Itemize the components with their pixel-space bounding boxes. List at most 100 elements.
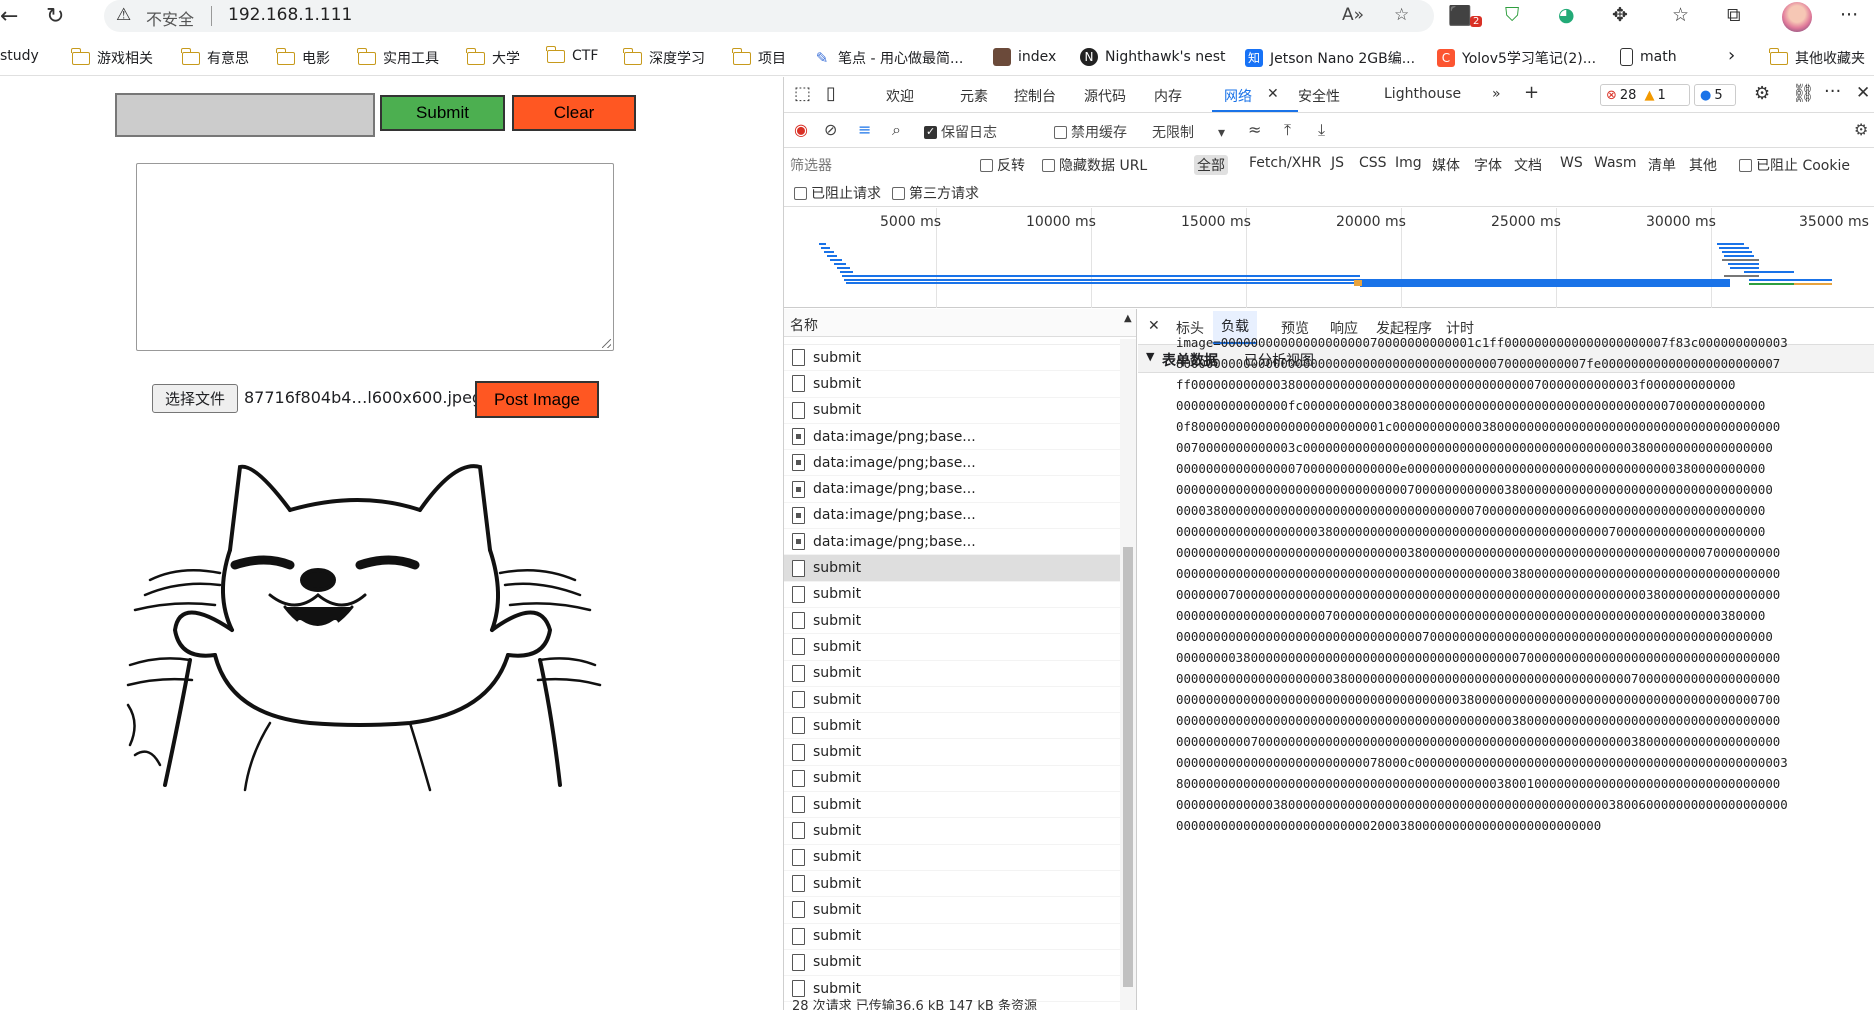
request-row[interactable]: submit bbox=[784, 687, 1136, 714]
profile-avatar[interactable] bbox=[1782, 2, 1812, 32]
bookmark-folder[interactable]: 游戏相关 bbox=[71, 47, 153, 68]
tab-memory[interactable]: 内存 bbox=[1154, 86, 1182, 106]
request-row[interactable]: submit bbox=[784, 582, 1136, 608]
more-menu-icon[interactable]: ··· bbox=[1840, 4, 1858, 26]
favorite-star-icon[interactable]: ☆ bbox=[1394, 5, 1409, 25]
more-options-icon[interactable]: ··· bbox=[1824, 81, 1841, 102]
filter-type-img[interactable]: Img bbox=[1395, 155, 1422, 171]
bookmark-link[interactable]: C Yolov5学习笔记(2)... bbox=[1437, 48, 1596, 68]
bookmark-folder[interactable]: 实用工具 bbox=[357, 47, 439, 68]
request-row[interactable]: submit bbox=[784, 792, 1136, 819]
tab-network[interactable]: 网络 bbox=[1224, 86, 1252, 106]
hide-data-urls-checkbox[interactable]: 隐藏数据 URL bbox=[1042, 155, 1147, 175]
invert-checkbox[interactable]: 反转 bbox=[980, 155, 1025, 175]
network-timeline[interactable]: 5000 ms 10000 ms 15000 ms 20000 ms 25000… bbox=[784, 208, 1874, 308]
request-row[interactable]: data:image/png;base... bbox=[784, 476, 1136, 503]
close-devtools-icon[interactable]: ✕ bbox=[1856, 83, 1870, 103]
post-image-button[interactable]: Post Image bbox=[475, 381, 599, 418]
filter-type-fetch[interactable]: Fetch/XHR bbox=[1249, 155, 1322, 171]
request-row[interactable]: submit bbox=[784, 713, 1136, 740]
address-bar[interactable]: ⚠ 不安全 192.168.1.111 A» ☆ bbox=[104, 0, 1434, 32]
filter-type-other[interactable]: 其他 bbox=[1689, 155, 1717, 175]
request-row[interactable]: submit bbox=[784, 871, 1136, 898]
filter-icon[interactable]: ≡ bbox=[858, 120, 871, 139]
bookmark-link[interactable]: N Nighthawk's nest bbox=[1080, 48, 1225, 66]
choose-file-button[interactable]: 选择文件 bbox=[152, 384, 238, 413]
export-har-icon[interactable]: ⤓ bbox=[1318, 120, 1325, 140]
refresh-icon[interactable]: ↻ bbox=[46, 4, 64, 29]
request-row[interactable]: submit bbox=[784, 398, 1136, 424]
clear-log-icon[interactable]: ⊘ bbox=[824, 120, 837, 139]
filter-type-ws[interactable]: WS bbox=[1560, 155, 1583, 171]
globe-extension-icon[interactable]: ◕ bbox=[1558, 4, 1575, 26]
name-column-header[interactable]: 名称 ▲ bbox=[784, 309, 1136, 337]
blocked-requests-checkbox[interactable]: 已阻止请求 bbox=[794, 183, 881, 203]
submit-button[interactable]: Submit bbox=[380, 95, 505, 131]
filter-type-manifest[interactable]: 清单 bbox=[1648, 155, 1676, 175]
request-list-scrollbar[interactable] bbox=[1120, 339, 1136, 1010]
filter-type-media[interactable]: 媒体 bbox=[1432, 155, 1460, 175]
scrollbar-thumb[interactable] bbox=[1123, 547, 1133, 987]
filter-type-font[interactable]: 字体 bbox=[1474, 155, 1502, 175]
clear-button[interactable]: Clear bbox=[512, 95, 636, 131]
tab-welcome[interactable]: 欢迎 bbox=[886, 86, 914, 106]
request-row[interactable]: submit bbox=[784, 766, 1136, 793]
filter-type-all[interactable]: 全部 bbox=[1194, 155, 1228, 175]
device-toolbar-icon[interactable]: ▯ bbox=[826, 83, 836, 104]
extensions-puzzle-icon[interactable]: ✥ bbox=[1612, 4, 1628, 26]
tab-elements[interactable]: 元素 bbox=[960, 86, 988, 106]
connect-icon[interactable]: ⛓ bbox=[1792, 83, 1815, 104]
blocked-cookies-checkbox[interactable]: 已阻止 Cookie bbox=[1739, 155, 1850, 175]
more-tabs-icon[interactable]: » bbox=[1492, 86, 1501, 102]
bookmark-folder[interactable]: 大学 bbox=[466, 47, 520, 68]
request-row[interactable]: submit bbox=[784, 608, 1136, 635]
filter-type-js[interactable]: JS bbox=[1331, 155, 1344, 171]
issue-counts[interactable]: ⊗ 28 ▲ 1 bbox=[1600, 84, 1690, 106]
throttle-select[interactable]: 无限制 ▾ bbox=[1152, 122, 1225, 142]
text-area[interactable] bbox=[136, 163, 614, 351]
request-row[interactable]: submit bbox=[784, 897, 1136, 924]
request-row[interactable]: submit bbox=[784, 555, 1136, 582]
resize-handle-icon[interactable] bbox=[602, 339, 611, 348]
tab-lighthouse[interactable]: Lighthouse bbox=[1384, 86, 1461, 102]
extension-icon[interactable]: ⬛ bbox=[1448, 4, 1472, 27]
network-conditions-icon[interactable]: ≈ bbox=[1248, 120, 1261, 139]
record-icon[interactable]: ◉ bbox=[794, 120, 808, 139]
request-row[interactable]: data:image/png;base... bbox=[784, 529, 1136, 556]
read-aloud-icon[interactable]: A» bbox=[1342, 5, 1364, 25]
request-row[interactable]: submit bbox=[784, 371, 1136, 398]
close-detail-icon[interactable]: ✕ bbox=[1148, 318, 1160, 334]
settings-gear-icon[interactable]: ⚙ bbox=[1754, 83, 1770, 104]
tab-console[interactable]: 控制台 bbox=[1014, 86, 1056, 106]
shield-extension-icon[interactable]: ⛉ bbox=[1505, 4, 1519, 26]
request-row[interactable]: submit bbox=[784, 924, 1136, 950]
bookmark-folder[interactable]: CTF bbox=[546, 45, 598, 64]
request-row[interactable]: data:image/png;base... bbox=[784, 450, 1136, 477]
filter-input[interactable]: 筛选器 bbox=[790, 155, 832, 175]
bookmark-link[interactable]: index bbox=[993, 48, 1056, 66]
preserve-log-checkbox[interactable]: 保留日志 bbox=[924, 122, 997, 142]
inspect-element-icon[interactable]: ⬚ bbox=[794, 83, 811, 104]
request-row[interactable]: data:image/png;base... bbox=[784, 503, 1136, 530]
filter-type-doc[interactable]: 文档 bbox=[1514, 155, 1542, 175]
request-row[interactable]: submit bbox=[784, 634, 1136, 661]
bookmark-folder[interactable]: 项目 bbox=[732, 47, 786, 68]
request-row[interactable]: data:image/png;base... bbox=[784, 424, 1136, 451]
bookmark-link[interactable]: 知 Jetson Nano 2GB编... bbox=[1245, 48, 1415, 68]
request-row[interactable]: submit bbox=[784, 345, 1136, 372]
request-row[interactable]: submit bbox=[784, 818, 1136, 845]
bookmark-study[interactable]: study bbox=[0, 48, 39, 64]
scroll-up-icon[interactable]: ▲ bbox=[1124, 313, 1132, 324]
tab-security[interactable]: 安全性 bbox=[1298, 86, 1340, 106]
request-row[interactable]: submit bbox=[784, 739, 1136, 766]
disable-cache-checkbox[interactable]: 禁用缓存 bbox=[1054, 122, 1127, 142]
bookmark-link[interactable]: ✎ 笔点 - 用心做最简... bbox=[813, 48, 964, 68]
third-party-checkbox[interactable]: 第三方请求 bbox=[892, 183, 979, 203]
text-input[interactable] bbox=[115, 93, 375, 137]
bookmark-link[interactable]: math bbox=[1620, 48, 1677, 66]
bookmark-folder[interactable]: 有意思 bbox=[181, 47, 249, 68]
url-text[interactable]: 192.168.1.111 bbox=[228, 5, 352, 25]
request-row[interactable]: submit bbox=[784, 950, 1136, 977]
search-icon[interactable]: ⌕ bbox=[892, 120, 901, 140]
bookmark-folder[interactable]: 深度学习 bbox=[623, 47, 705, 68]
